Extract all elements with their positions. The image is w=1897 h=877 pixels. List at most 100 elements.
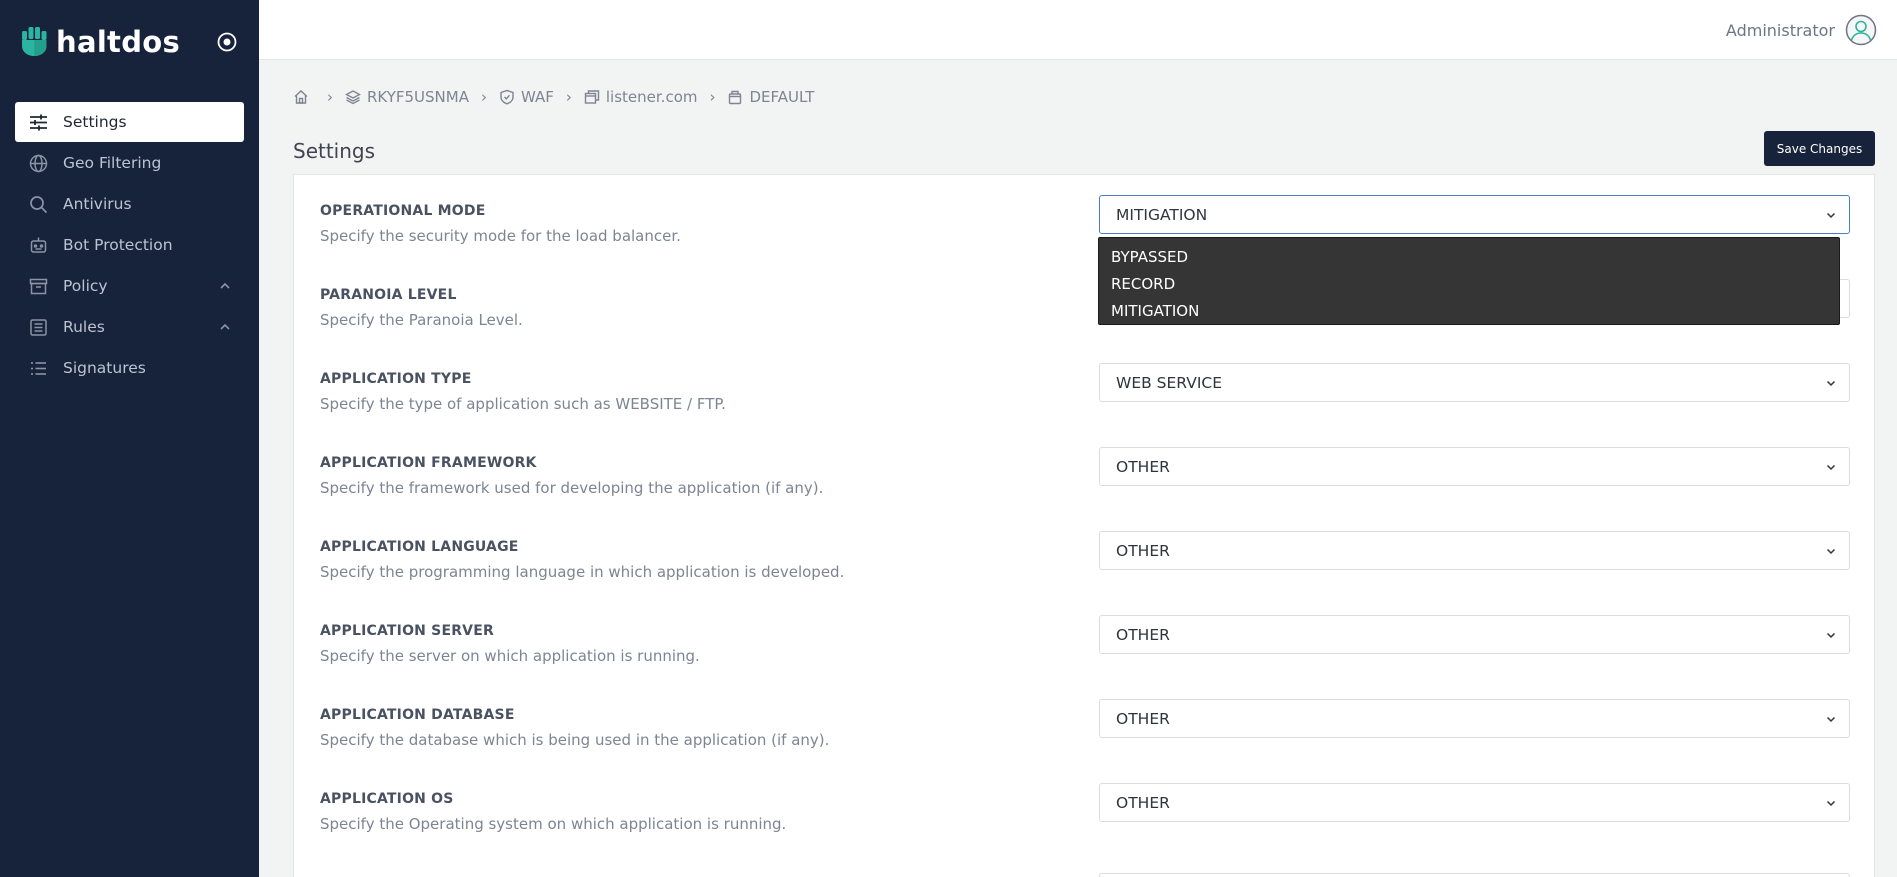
sidebar-item-antivirus[interactable]: Antivirus [15,184,244,224]
chevron-down-icon [1826,380,1836,387]
logo[interactable]: haltdos [22,27,180,57]
chevron-up-icon[interactable] [218,279,232,293]
archive-icon [29,277,48,296]
setting-description: Specify the Paranoia Level. [320,311,523,329]
setting-title: APPLICATION DATABASE [320,707,515,723]
breadcrumb-label: RKYF5USNMA [367,88,469,106]
select-value: OTHER [1116,625,1170,644]
target-icon[interactable] [216,31,238,53]
home-icon [294,90,308,104]
setting-description: Specify the type of application such as … [320,395,726,413]
breadcrumb-item[interactable]: RKYF5USNMA [345,88,469,106]
setting-row-application-framework: APPLICATION FRAMEWORK Specify the framew… [320,447,1850,515]
setting-description: Specify the database which is being used… [320,731,830,749]
setting-title: APPLICATION LANGUAGE [320,539,519,555]
globe-icon [29,154,48,173]
setting-title: OPERATIONAL MODE [320,203,486,219]
chevron-down-icon [1826,800,1836,807]
sidebar-item-policy[interactable]: Policy [15,266,244,306]
breadcrumb: › RKYF5USNMA › WAF › listener.com › DEFA… [293,88,814,106]
select-value: OTHER [1116,793,1170,812]
sidebar-item-label: Antivirus [63,195,132,213]
sidebar-item-label: Settings [63,113,127,131]
select-value: OTHER [1116,457,1170,476]
chevron-down-icon [1826,548,1836,555]
application-database-select[interactable]: OTHER [1099,699,1850,738]
select-value: WEB SERVICE [1116,373,1223,392]
sidebar-item-label: Rules [63,318,105,336]
setting-description: Specify the Operating system on which ap… [320,815,787,833]
sidebar-item-bot-protection[interactable]: Bot Protection [15,225,244,265]
setting-description: Specify the framework used for developin… [320,479,824,497]
setting-title: APPLICATION TYPE [320,371,472,387]
sidebar-item-signatures[interactable]: Signatures [15,348,244,388]
sidebar-item-settings[interactable]: Settings [15,102,244,142]
next-setting-select[interactable] [1099,873,1850,877]
setting-row-application-database: APPLICATION DATABASE Specify the databas… [320,699,1850,767]
setting-title: APPLICATION OS [320,791,454,807]
brand-name: haltdos [56,25,181,59]
sidebar-item-label: Policy [63,277,108,295]
setting-title: APPLICATION SERVER [320,623,494,639]
chevron-down-icon [1826,632,1836,639]
setting-row-application-os: APPLICATION OS Specify the Operating sys… [320,783,1850,851]
sidebar-item-rules[interactable]: Rules [15,307,244,347]
breadcrumb-item[interactable]: listener.com [584,88,698,106]
option-mitigation[interactable]: MITIGATION [1099,298,1839,325]
select-value: OTHER [1116,541,1170,560]
search-icon [29,195,48,214]
layers-icon [345,90,361,105]
page-title: Settings [293,139,376,163]
shield-icon [500,89,514,105]
setting-row-application-language: APPLICATION LANGUAGE Specify the program… [320,531,1850,599]
breadcrumb-separator: › [480,88,487,106]
list-box-icon [29,318,48,337]
breadcrumb-label: DEFAULT [749,88,815,106]
breadcrumb-separator: › [709,88,716,106]
application-language-select[interactable]: OTHER [1099,531,1850,570]
breadcrumb-label: listener.com [605,88,698,106]
select-value: OTHER [1116,709,1170,728]
application-type-select[interactable]: WEB SERVICE [1099,363,1850,402]
operational-mode-dropdown: BYPASSED RECORD MITIGATION [1098,237,1840,325]
user-menu[interactable]: Administrator [1726,14,1877,46]
option-bypassed[interactable]: BYPASSED [1099,244,1839,271]
chevron-down-icon [1826,212,1836,219]
breadcrumb-home[interactable] [293,89,315,105]
logo-icon [22,27,47,56]
bucket-icon [729,90,742,105]
operational-mode-select[interactable]: MITIGATION [1099,195,1850,234]
sidebar-item-label: Bot Protection [63,236,173,254]
breadcrumb-item[interactable]: WAF [499,88,554,106]
select-value: MITIGATION [1116,205,1208,224]
list-icon [29,359,48,378]
chevron-down-icon [1826,464,1836,471]
setting-row-application-server: APPLICATION SERVER Specify the server on… [320,615,1850,683]
option-record[interactable]: RECORD [1099,271,1839,298]
top-bar: Administrator [259,0,1897,60]
breadcrumb-label: WAF [520,88,554,106]
sidebar-item-geo-filtering[interactable]: Geo Filtering [15,143,244,183]
sidebar-item-label: Signatures [63,359,146,377]
application-framework-select[interactable]: OTHER [1099,447,1850,486]
user-name: Administrator [1725,20,1835,40]
breadcrumb-item[interactable]: DEFAULT [727,88,814,106]
breadcrumb-separator: › [327,88,333,106]
setting-title: APPLICATION FRAMEWORK [320,455,537,471]
setting-description: Specify the programming language in whic… [320,563,845,581]
avatar-icon[interactable] [1845,14,1877,46]
application-server-select[interactable]: OTHER [1099,615,1850,654]
breadcrumb-separator: › [565,88,572,106]
sidebar-nav: Settings Geo Filtering Antivirus Bot Pro… [15,102,244,389]
setting-row-application-type: APPLICATION TYPE Specify the type of app… [320,363,1850,431]
sidebar: haltdos Settings Geo Filtering Antivirus [0,0,259,877]
chevron-down-icon [1826,716,1836,723]
application-os-select[interactable]: OTHER [1099,783,1850,822]
setting-title: PARANOIA LEVEL [320,287,457,303]
setting-description: Specify the server on which application … [320,647,700,665]
sidebar-item-label: Geo Filtering [63,154,162,172]
setting-description: Specify the security mode for the load b… [320,227,681,245]
save-changes-button[interactable]: Save Changes [1764,131,1875,166]
robot-icon [29,236,48,255]
chevron-up-icon[interactable] [218,320,232,334]
